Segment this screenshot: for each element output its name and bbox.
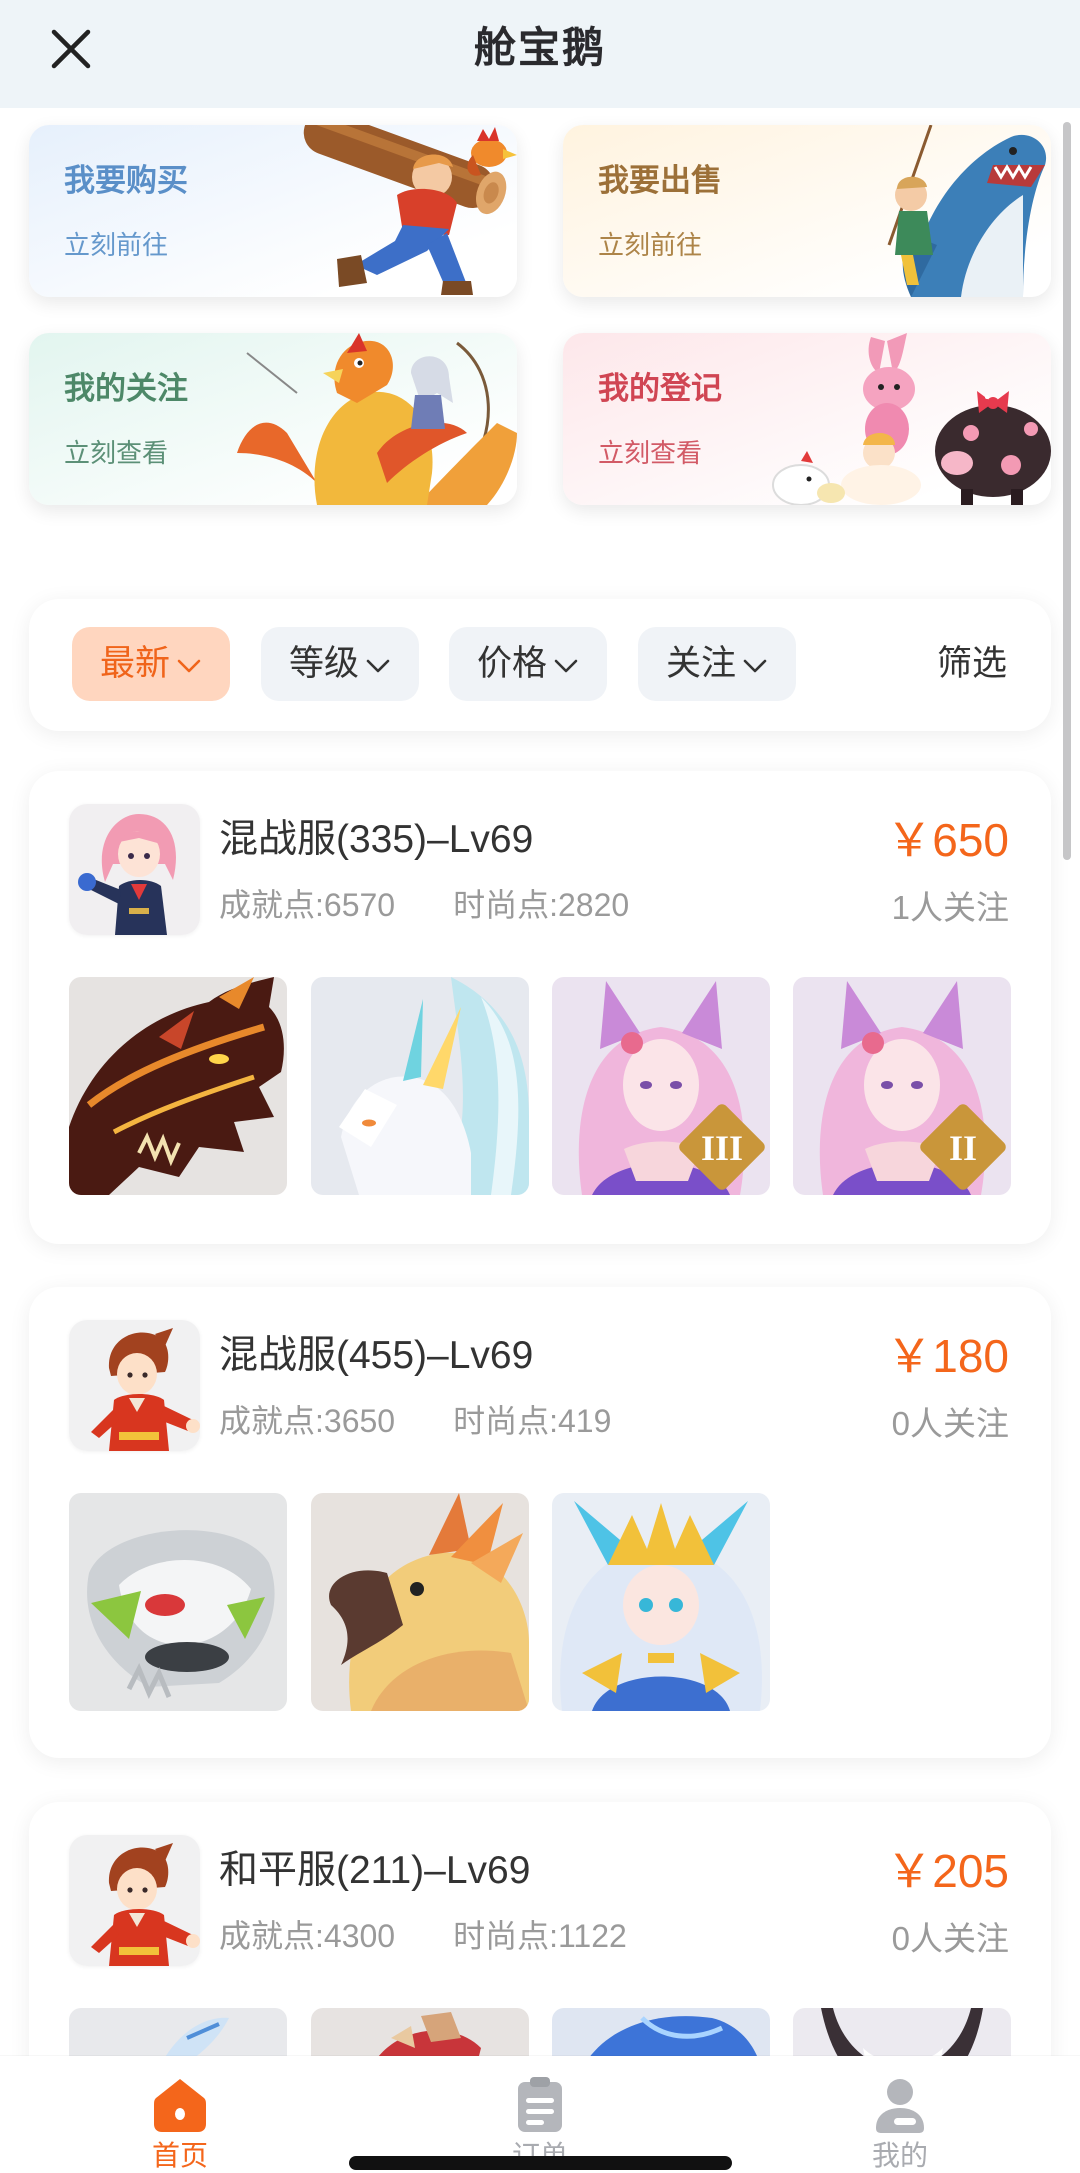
fox-spirit-outfit-icon: III [552, 977, 770, 1195]
listing-price: ￥205 [886, 1845, 1009, 1897]
phoenix-archer-illustration [237, 333, 517, 505]
order-icon [518, 2077, 562, 2132]
red-shirt-boy-avatar [69, 1835, 200, 1966]
registration-entry-card[interactable]: 我的登记 立刻查看 [563, 333, 1051, 505]
sort-latest-button[interactable]: 最新 [72, 627, 230, 701]
sort-level-button[interactable]: 等级 [261, 627, 419, 701]
listing-price: ￥180 [886, 1330, 1009, 1382]
shark-rider-illustration [887, 125, 1047, 297]
fox-spirit-outfit-thumb[interactable]: III [552, 977, 770, 1195]
app-screen: 舱宝鹅 我要购买 立刻前往 我要出售 立刻前往 我的关注 立刻查看 我的登记 立… [0, 0, 1080, 2173]
follower-count: 0人关注 [891, 1405, 1009, 1442]
sort-follow-label: 关注 [665, 644, 736, 683]
listing-card[interactable]: 混战服(455)–Lv69 成就点:3650 时尚点:419 ￥180 0人关注 [29, 1287, 1051, 1758]
character-avatar [69, 804, 200, 935]
tab-mine[interactable]: 我的 [720, 2056, 1080, 2173]
dragon-mount-thumb[interactable] [69, 977, 287, 1195]
crowned-girl-outfit-thumb[interactable] [552, 1493, 770, 1711]
chevron-down-icon [743, 659, 767, 673]
entry-subtitle: 立刻查看 [598, 438, 703, 468]
scrollbar[interactable] [1063, 122, 1071, 860]
tier-badge: II [949, 1128, 977, 1168]
home-icon [154, 2079, 206, 2132]
entry-title: 我的登记 [598, 371, 722, 406]
white-fox-pet-icon [311, 977, 529, 1195]
tab-home[interactable]: 首页 [0, 2056, 360, 2173]
parrot-mount-icon [311, 1493, 529, 1711]
sort-filter-bar: 最新 等级 价格 关注 筛选 [29, 599, 1051, 731]
follower-count: 0人关注 [891, 1920, 1009, 1957]
bunny-and-pig-illustration [772, 333, 1051, 505]
listing-stats: 成就点:4300 时尚点:1122 [219, 1916, 627, 1956]
listing-title: 和平服(211)–Lv69 [219, 1849, 531, 1892]
follower-count: 1人关注 [891, 889, 1009, 926]
character-avatar [69, 1835, 200, 1966]
silver-mask-icon [69, 1493, 287, 1711]
fashion-points: 时尚点:2820 [453, 887, 630, 923]
sort-price-label: 价格 [476, 644, 547, 683]
page-title: 舱宝鹅 [473, 24, 606, 71]
entry-subtitle: 立刻前往 [64, 230, 169, 260]
chevron-down-icon [554, 659, 578, 673]
fashion-points: 时尚点:1122 [453, 1918, 627, 1954]
listing-stats: 成就点:3650 时尚点:419 [219, 1401, 611, 1441]
silver-mask-thumb[interactable] [69, 1493, 287, 1711]
chevron-down-icon [366, 659, 390, 673]
lumberjack-illustration [303, 125, 517, 295]
achievement-points: 成就点:6570 [219, 887, 396, 923]
achievement-points: 成就点:3650 [219, 1403, 396, 1439]
fashion-points: 时尚点:419 [453, 1403, 612, 1439]
entry-title: 我要购买 [64, 163, 188, 198]
achievement-points: 成就点:4300 [219, 1918, 396, 1954]
sort-latest-label: 最新 [99, 644, 170, 683]
character-avatar [69, 1320, 200, 1451]
white-fox-pet-thumb[interactable] [311, 977, 529, 1195]
favorites-entry-card[interactable]: 我的关注 立刻查看 [29, 333, 517, 505]
entry-subtitle: 立刻前往 [598, 230, 703, 260]
listing-price: ￥650 [886, 814, 1009, 866]
user-icon [876, 2079, 924, 2133]
dragon-mount-icon [69, 977, 287, 1195]
listing-stats: 成就点:6570 时尚点:2820 [219, 885, 629, 925]
entry-title: 我要出售 [598, 163, 722, 198]
sort-level-label: 等级 [288, 644, 359, 683]
filter-button[interactable]: 筛选 [937, 627, 1007, 701]
listing-title: 混战服(335)–Lv69 [219, 818, 534, 861]
listing-title: 混战服(455)–Lv69 [219, 1334, 534, 1377]
pink-hair-girl-avatar [69, 804, 200, 935]
top-bar: 舱宝鹅 [0, 0, 1080, 108]
buy-entry-card[interactable]: 我要购买 立刻前往 [29, 125, 517, 297]
entry-title: 我的关注 [64, 371, 188, 406]
parrot-mount-thumb[interactable] [311, 1493, 529, 1711]
listing-card[interactable]: 混战服(335)–Lv69 成就点:6570 时尚点:2820 ￥650 1人关注 [29, 771, 1051, 1244]
sort-price-button[interactable]: 价格 [449, 627, 607, 701]
tier-badge: III [701, 1128, 743, 1168]
fox-spirit-outfit-thumb[interactable]: II [793, 977, 1011, 1195]
sort-follow-button[interactable]: 关注 [638, 627, 796, 701]
tab-label: 我的 [871, 2140, 928, 2171]
crowned-girl-outfit-icon [552, 1493, 770, 1711]
home-indicator[interactable] [349, 2156, 732, 2170]
red-shirt-boy-avatar [69, 1320, 200, 1451]
tab-label: 首页 [151, 2140, 208, 2171]
entry-subtitle: 立刻查看 [64, 438, 169, 468]
fox-spirit-outfit-icon: II [793, 977, 1011, 1195]
sell-entry-card[interactable]: 我要出售 立刻前往 [563, 125, 1051, 297]
chevron-down-icon [177, 659, 201, 673]
